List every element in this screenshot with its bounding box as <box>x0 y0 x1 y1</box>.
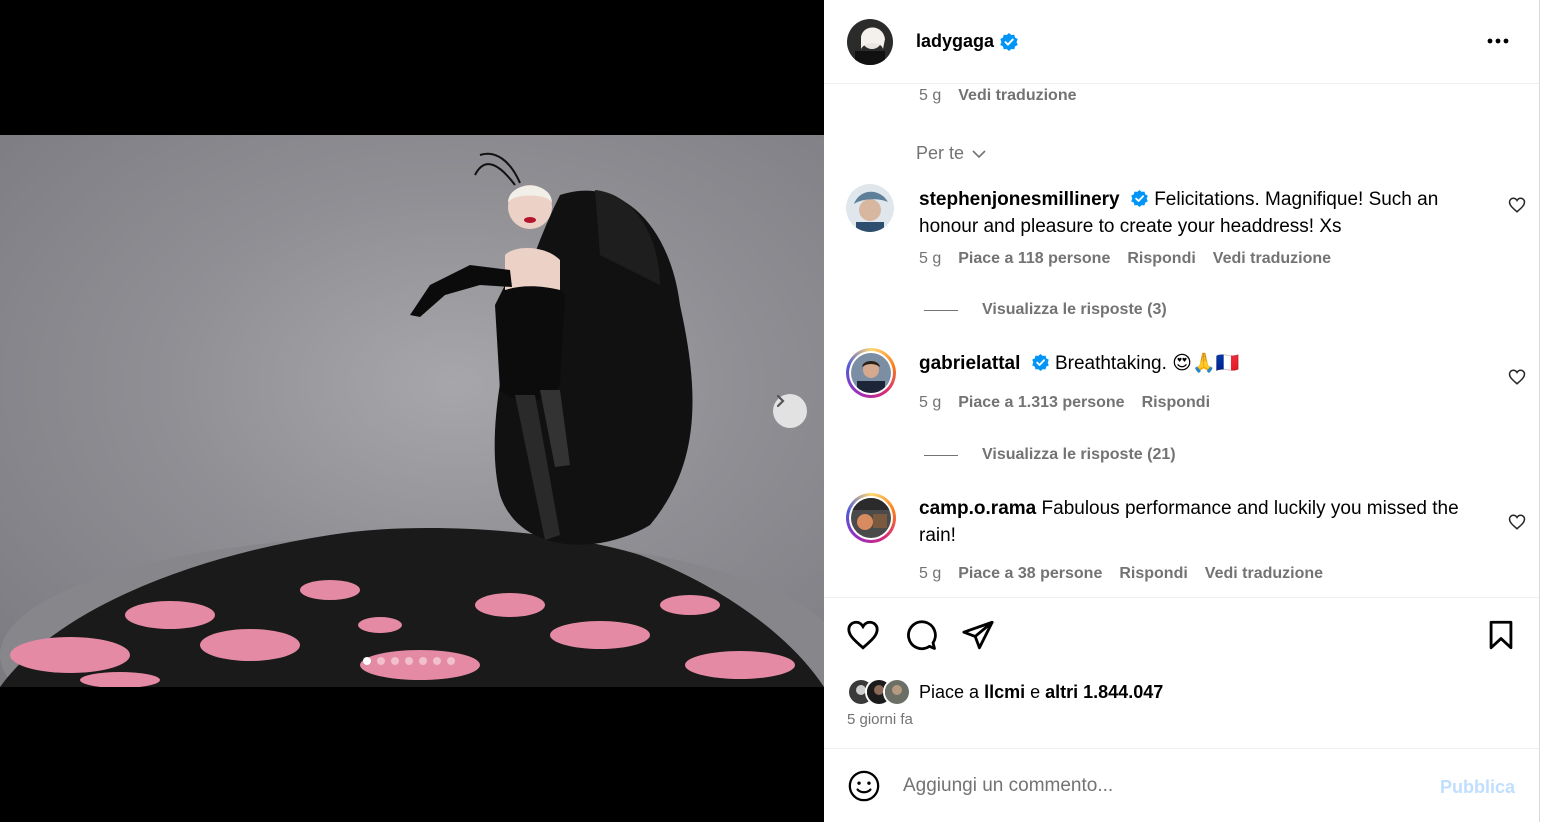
commenter-avatar <box>851 498 891 538</box>
comments-list[interactable]: 5 g Vedi traduzione Per te stephenjonesm… <box>824 85 1539 597</box>
commenter-username[interactable]: stephenjonesmillinery <box>919 189 1120 210</box>
comment-body: Breathtaking. 😍🙏🇫🇷 <box>1054 353 1240 374</box>
comment-reply-button[interactable]: Rispondi <box>1127 250 1195 268</box>
comment-text-block: gabrielattal Breathtaking. 😍🙏🇫🇷 <box>919 350 1489 377</box>
comment-text-block: camp.o.rama Fabulous performance and luc… <box>919 495 1489 549</box>
comment-age: 5 g <box>919 394 942 411</box>
heart-icon[interactable] <box>846 618 880 652</box>
likes-prefix: Piace a <box>919 681 980 702</box>
likes-summary[interactable]: Piace a llcmi e altri 1.844.047 <box>847 678 1163 706</box>
comment-reply-button[interactable]: Rispondi <box>1119 565 1187 583</box>
comment-likes-count[interactable]: Piace a 38 persone <box>958 565 1102 583</box>
next-slide-button[interactable] <box>773 394 807 428</box>
comment-like-heart-icon[interactable] <box>1508 513 1526 531</box>
comment-item: camp.o.rama Fabulous performance and luc… <box>846 493 1526 597</box>
slide-dot <box>391 657 399 665</box>
slide-dot <box>419 657 427 665</box>
comment-meta: 5 g Piace a 38 persone Rispondi Vedi tra… <box>919 565 1323 583</box>
comment-text-block: stephenjonesmillinery Felicitations. Mag… <box>919 186 1489 240</box>
commenter-avatar-story-ring[interactable] <box>846 493 896 543</box>
send-icon[interactable] <box>961 618 995 652</box>
comment-item: gabrielattal Breathtaking. 😍🙏🇫🇷 5 g Piac… <box>846 348 1526 428</box>
replies-divider <box>924 309 958 311</box>
view-replies-label: Visualizza le risposte (3) <box>982 301 1167 318</box>
likes-middle: e <box>1030 681 1041 702</box>
post-detail-panel: ladygaga 5 g Vedi traduzione Per te step… <box>824 0 1539 822</box>
more-horizontal-icon[interactable] <box>1485 28 1511 54</box>
comment-translate-link[interactable]: Vedi traduzione <box>1205 565 1323 583</box>
caption-meta: 5 g Vedi traduzione <box>919 87 1077 105</box>
comment-icon[interactable] <box>904 618 938 652</box>
slide-dot <box>405 657 413 665</box>
post-photo[interactable] <box>0 135 824 687</box>
liker-avatar <box>883 678 911 706</box>
comment-input[interactable] <box>903 775 1403 797</box>
verified-badge-icon <box>1031 353 1049 372</box>
comment-filter-label: Per te <box>916 143 965 163</box>
comment-filter-dropdown[interactable]: Per te <box>916 143 988 164</box>
chevron-down-icon <box>972 149 986 158</box>
comment-age: 5 g <box>919 565 942 582</box>
post-header: ladygaga <box>824 0 1539 84</box>
comment-like-heart-icon[interactable] <box>1508 196 1526 214</box>
verified-badge-icon <box>1000 32 1018 51</box>
caption-translate-link[interactable]: Vedi traduzione <box>958 87 1076 105</box>
comment-translate-link[interactable]: Vedi traduzione <box>1213 250 1331 268</box>
comment-age: 5 g <box>919 250 942 267</box>
bookmark-icon[interactable] <box>1484 618 1518 652</box>
comment-meta: 5 g Piace a 1.313 persone Rispondi <box>919 394 1210 412</box>
post-date: 5 giorni fa <box>847 711 913 728</box>
smiley-icon[interactable] <box>847 769 881 803</box>
slide-indicator <box>363 657 455 665</box>
replies-divider <box>924 454 958 456</box>
post-action-bar: Piace a llcmi e altri 1.844.047 5 giorni… <box>824 597 1539 749</box>
comment-meta: 5 g Piace a 118 persone Rispondi Vedi tr… <box>919 250 1331 268</box>
slide-dot <box>363 657 371 665</box>
commenter-avatar-story-ring[interactable] <box>846 348 896 398</box>
slide-dot <box>447 657 455 665</box>
commenter-username[interactable]: gabrielattal <box>919 353 1020 374</box>
commenter-avatar[interactable] <box>846 184 894 232</box>
author-username[interactable]: ladygaga <box>916 31 994 52</box>
likes-others-link[interactable]: altri 1.844.047 <box>1045 682 1163 703</box>
view-replies-button[interactable]: Visualizza le risposte (21) <box>924 446 1176 464</box>
comment-likes-count[interactable]: Piace a 1.313 persone <box>958 394 1124 412</box>
chevron-right-icon <box>776 394 785 408</box>
author-avatar[interactable] <box>847 18 893 65</box>
slide-dot <box>377 657 385 665</box>
commenter-username[interactable]: camp.o.rama <box>919 498 1036 519</box>
comment-item: stephenjonesmillinery Felicitations. Mag… <box>846 184 1526 294</box>
commenter-avatar <box>851 353 891 393</box>
comment-reply-button[interactable]: Rispondi <box>1142 394 1210 412</box>
caption-age: 5 g <box>919 87 942 104</box>
comment-likes-count[interactable]: Piace a 118 persone <box>958 250 1110 268</box>
comment-like-heart-icon[interactable] <box>1508 368 1526 386</box>
slide-dot <box>433 657 441 665</box>
likers-avatars <box>847 678 911 706</box>
publish-button[interactable]: Pubblica <box>1440 777 1515 798</box>
view-replies-label: Visualizza le risposte (21) <box>982 446 1176 463</box>
view-replies-button[interactable]: Visualizza le risposte (3) <box>924 301 1167 319</box>
comment-composer: Pubblica <box>824 750 1539 822</box>
verified-badge-icon <box>1131 189 1148 208</box>
photo-illustration <box>0 152 824 687</box>
post-media <box>0 0 824 822</box>
likes-user-link[interactable]: llcmi <box>984 682 1025 703</box>
